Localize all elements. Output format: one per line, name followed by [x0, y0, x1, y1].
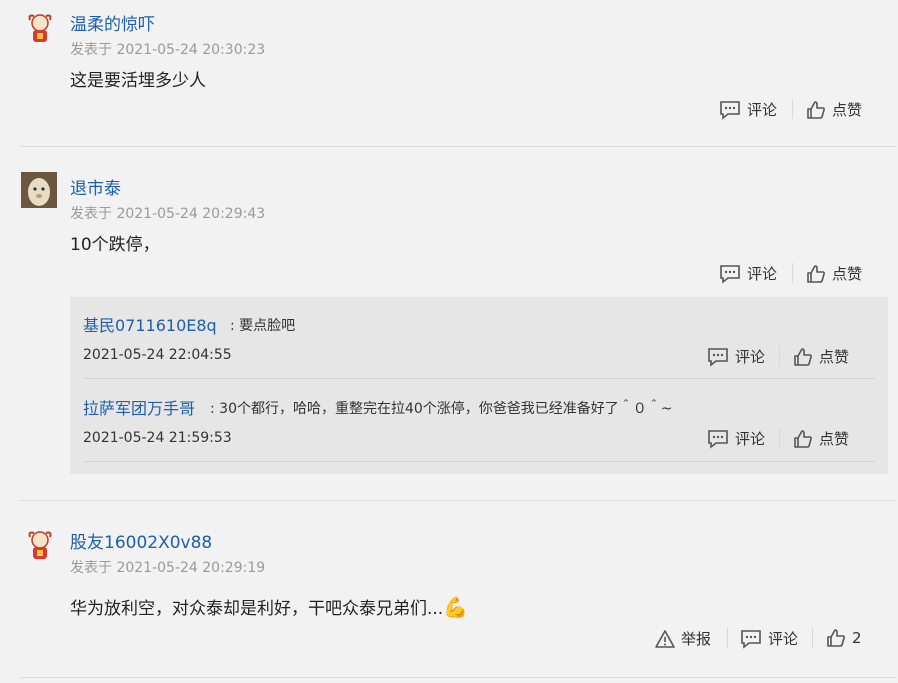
comment-button[interactable]: 评论 [719, 99, 777, 120]
divider [20, 500, 896, 501]
like-label: 点赞 [832, 265, 863, 283]
reply-comment-button[interactable]: 评论 [707, 428, 765, 449]
reply-comment-button[interactable]: 评论 [707, 346, 765, 367]
comment-icon [720, 100, 740, 120]
divider [779, 346, 780, 366]
post-time: 发表于 2021-05-24 20:29:43 [70, 206, 266, 222]
avatar[interactable] [22, 527, 58, 563]
username-link[interactable]: 退市泰 [70, 174, 121, 199]
thumbs-up-icon [794, 429, 812, 448]
thumbs-up-icon [807, 100, 825, 119]
comment-label: 评论 [747, 101, 778, 119]
thumbs-up-icon [827, 629, 845, 647]
divider [20, 677, 896, 678]
avatar[interactable] [21, 172, 57, 208]
comment-label: 评论 [768, 630, 799, 648]
comment-icon [741, 629, 761, 649]
divider [83, 378, 875, 379]
like-count: 2 [852, 629, 862, 647]
reply-username-link[interactable]: 拉萨军团万手哥 [83, 395, 195, 419]
like-label: 点赞 [819, 348, 850, 366]
comment-label: 评论 [735, 430, 766, 448]
comment-text: 华为放利空，对众泰却是利好，干吧众泰兄弟们...💪 [70, 594, 468, 619]
divider [779, 428, 780, 448]
divider [792, 263, 793, 283]
like-button[interactable]: 点赞 [806, 263, 862, 284]
comment-text: 这是要活埋多少人 [70, 71, 206, 91]
reply-text: : 30个都行，哈哈，重整完在拉40个涨停，你爸爸我已经准备好了＾０＾~ [210, 401, 673, 417]
username-link[interactable]: 温柔的惊吓 [70, 10, 155, 35]
comment-label: 评论 [735, 348, 766, 366]
comment-text: 10个跌停， [70, 235, 160, 255]
reply-username-link[interactable]: 基民0711610E8q [83, 312, 217, 336]
comment-icon [708, 429, 728, 449]
thumbs-up-icon [794, 347, 812, 366]
divider [727, 628, 728, 648]
comment-icon [708, 347, 728, 367]
warning-icon [655, 629, 675, 648]
comment-label: 评论 [747, 265, 778, 283]
like-label: 点赞 [819, 430, 850, 448]
flexed-biceps-emoji: 💪 [443, 595, 469, 619]
reply-text: : 要点脸吧 [230, 318, 296, 334]
divider [83, 461, 875, 462]
comment-button[interactable]: 评论 [719, 263, 777, 284]
comment-text-body: 华为放利空，对众泰却是利好，干吧众泰兄弟们... [70, 599, 444, 619]
comment-button[interactable]: 评论 [740, 628, 798, 649]
comment-icon [720, 264, 740, 284]
post-time: 发表于 2021-05-24 20:30:23 [70, 42, 266, 58]
like-button[interactable]: 点赞 [806, 99, 862, 120]
divider [792, 99, 793, 119]
reply-like-button[interactable]: 点赞 [793, 346, 849, 367]
reply-time: 2021-05-24 22:04:55 [83, 347, 232, 363]
thumbs-up-icon [807, 264, 825, 283]
divider [20, 146, 896, 147]
report-button[interactable]: 举报 [655, 628, 711, 649]
reply-like-button[interactable]: 点赞 [793, 428, 849, 449]
like-button[interactable]: 2 [826, 628, 862, 648]
comment-panel: 温柔的惊吓 发表于 2021-05-24 20:30:23 这是要活埋多少人 评… [0, 0, 896, 683]
like-label: 点赞 [832, 101, 863, 119]
reply-list: 基民0711610E8q : 要点脸吧 2021-05-24 22:04:55 … [70, 297, 888, 474]
report-label: 举报 [681, 630, 712, 648]
post-time: 发表于 2021-05-24 20:29:19 [70, 560, 266, 576]
avatar[interactable] [22, 10, 58, 46]
reply-time: 2021-05-24 21:59:53 [83, 430, 232, 446]
divider [812, 628, 813, 648]
username-link[interactable]: 股友16002X0v88 [70, 528, 212, 553]
